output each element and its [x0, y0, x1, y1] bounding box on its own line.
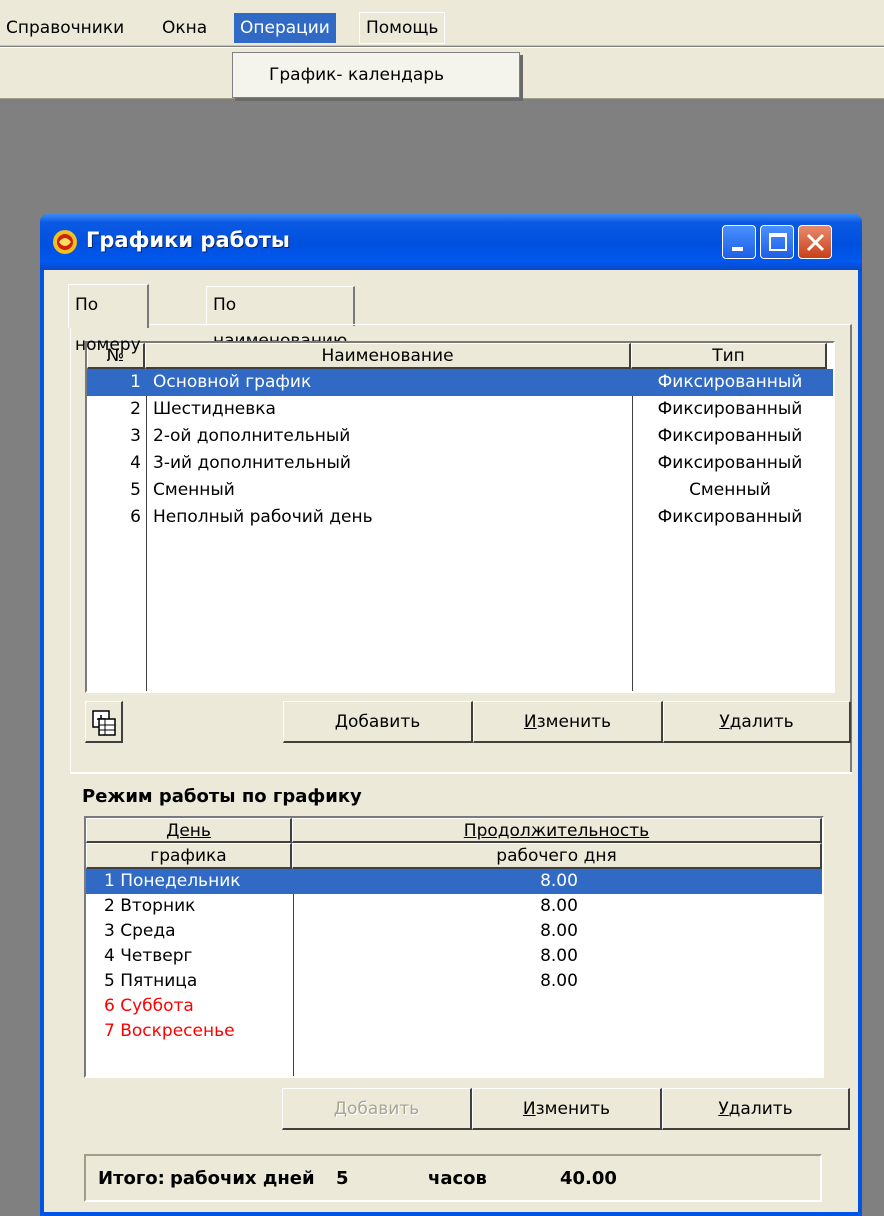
- minimize-icon: [732, 247, 743, 251]
- schedule-name: 2-ой дополнительный: [153, 426, 351, 446]
- day-hours: [294, 994, 822, 1021]
- day-hours: 8.00: [540, 921, 578, 941]
- day-name: 1 Понедельник: [104, 871, 241, 891]
- menu-item-directories[interactable]: Справочники: [0, 13, 130, 43]
- table-row[interactable]: 5 Пятница 8.00: [86, 969, 822, 994]
- schedule-number: 1: [130, 372, 141, 392]
- schedules-table[interactable]: № Наименование Тип 1Основной графикФикси…: [85, 341, 835, 693]
- window-title: Графики работы: [86, 228, 290, 252]
- totals-label: Итого:: [98, 1168, 165, 1189]
- close-icon: [806, 233, 825, 252]
- schedule-type: Сменный: [689, 480, 771, 500]
- schedule-type: Фиксированный: [657, 399, 803, 419]
- tab-by-number[interactable]: По номеру: [68, 284, 149, 355]
- table-row[interactable]: 3 Среда 8.00: [86, 919, 822, 944]
- table-row[interactable]: 1 Основной график Фиксированный: [87, 369, 833, 396]
- day-name: 3 Среда: [104, 921, 176, 941]
- schedule-number: 6: [130, 507, 141, 527]
- schedule-number: 5: [130, 480, 141, 500]
- menu-bar: Справочники Окна Операции Помощь: [0, 0, 884, 46]
- schedule-name: Шестидневка: [153, 399, 276, 419]
- table-row[interactable]: 6 Неполный рабочий день Фиксированный: [87, 504, 833, 531]
- schedule-type: Фиксированный: [657, 453, 803, 473]
- day-hours: 8.00: [540, 871, 578, 891]
- table-grid-icon: [92, 710, 116, 736]
- delete-day-button[interactable]: Удалить: [662, 1088, 850, 1130]
- schedule-number: 3: [130, 426, 141, 446]
- day-name: 5 Пятница: [104, 971, 198, 991]
- table-row[interactable]: 2 Шестидневка Фиксированный: [87, 396, 833, 423]
- schedule-type: Фиксированный: [657, 372, 803, 392]
- minimize-button[interactable]: [722, 225, 756, 259]
- edit-day-button[interactable]: Изменить: [472, 1088, 662, 1130]
- work-mode-section: Режим работы по графику День Продолжител…: [70, 772, 852, 1214]
- maximize-button[interactable]: [760, 225, 794, 259]
- schedule-name: Сменный: [153, 480, 235, 500]
- schedule-number: 2: [130, 399, 141, 419]
- table-row[interactable]: 4 Четверг 8.00: [86, 944, 822, 969]
- hours-value: 40.00: [560, 1168, 617, 1189]
- dropdown-item-schedule-calendar[interactable]: График- календарь: [269, 61, 444, 89]
- day-hours: [294, 1019, 822, 1046]
- work-mode-table[interactable]: День Продолжительность графика рабочего …: [84, 816, 824, 1078]
- menu-item-operations[interactable]: Операции: [234, 13, 336, 43]
- schedule-name: Неполный рабочий день: [153, 507, 373, 527]
- close-button[interactable]: [798, 225, 832, 259]
- schedule-type: Фиксированный: [657, 507, 803, 527]
- day-name: 2 Вторник: [104, 896, 196, 916]
- schedule-number: 4: [130, 453, 141, 473]
- add-day-button[interactable]: Добавить: [282, 1088, 472, 1130]
- menu-item-windows[interactable]: Окна: [156, 13, 213, 43]
- hours-label: часов: [428, 1168, 487, 1189]
- column-header-day[interactable]: День: [86, 818, 292, 843]
- column-header-day-sub[interactable]: графика: [86, 843, 292, 869]
- edit-schedule-button[interactable]: Изменить: [473, 701, 663, 743]
- schedules-window: Графики работы По номеру По наименованию…: [40, 214, 862, 1216]
- operations-dropdown: График- календарь: [232, 52, 520, 98]
- table-row[interactable]: 7 Воскресенье: [86, 1019, 822, 1044]
- table-row[interactable]: 4 3-ий дополнительный Фиксированный: [87, 450, 833, 477]
- delete-schedule-button[interactable]: Удалить: [663, 701, 851, 743]
- table-row[interactable]: 3 2-ой дополнительный Фиксированный: [87, 423, 833, 450]
- app-icon: [53, 230, 77, 254]
- column-header-duration-sub[interactable]: рабочего дня: [292, 843, 822, 869]
- column-header-type[interactable]: Тип: [631, 343, 827, 369]
- tab-by-name[interactable]: По наименованию: [206, 286, 356, 351]
- table-row[interactable]: 1 Понедельник 8.00: [86, 869, 822, 894]
- menu-item-help[interactable]: Помощь: [359, 12, 446, 44]
- tab-panel: № Наименование Тип 1Основной графикФикси…: [70, 324, 852, 774]
- table-row[interactable]: 6 Суббота: [86, 994, 822, 1019]
- totals-bar: Итого: рабочих дней 5 часов 40.00: [84, 1154, 822, 1202]
- day-hours: 8.00: [540, 971, 578, 991]
- column-header-duration[interactable]: Продолжительность: [292, 818, 822, 843]
- day-hours: 8.00: [540, 896, 578, 916]
- schedule-name: Основной график: [153, 372, 312, 392]
- working-days-label: рабочих дней: [170, 1168, 315, 1189]
- window-titlebar[interactable]: Графики работы: [40, 214, 862, 270]
- column-header-name[interactable]: Наименование: [145, 343, 631, 369]
- schedule-name: 3-ий дополнительный: [153, 453, 351, 473]
- day-name: 6 Суббота: [104, 996, 194, 1016]
- working-days-value: 5: [336, 1168, 349, 1189]
- maximize-icon: [769, 233, 787, 251]
- table-row[interactable]: 2 Вторник 8.00: [86, 894, 822, 919]
- work-mode-title: Режим работы по графику: [82, 786, 362, 807]
- schedule-type: Фиксированный: [657, 426, 803, 446]
- add-schedule-button[interactable]: Добавить: [283, 701, 473, 743]
- day-name: 7 Воскресенье: [104, 1021, 235, 1041]
- day-name: 4 Четверг: [104, 946, 193, 966]
- table-settings-button[interactable]: [85, 701, 123, 743]
- table-row[interactable]: 5 Сменный Сменный: [87, 477, 833, 504]
- day-hours: 8.00: [540, 946, 578, 966]
